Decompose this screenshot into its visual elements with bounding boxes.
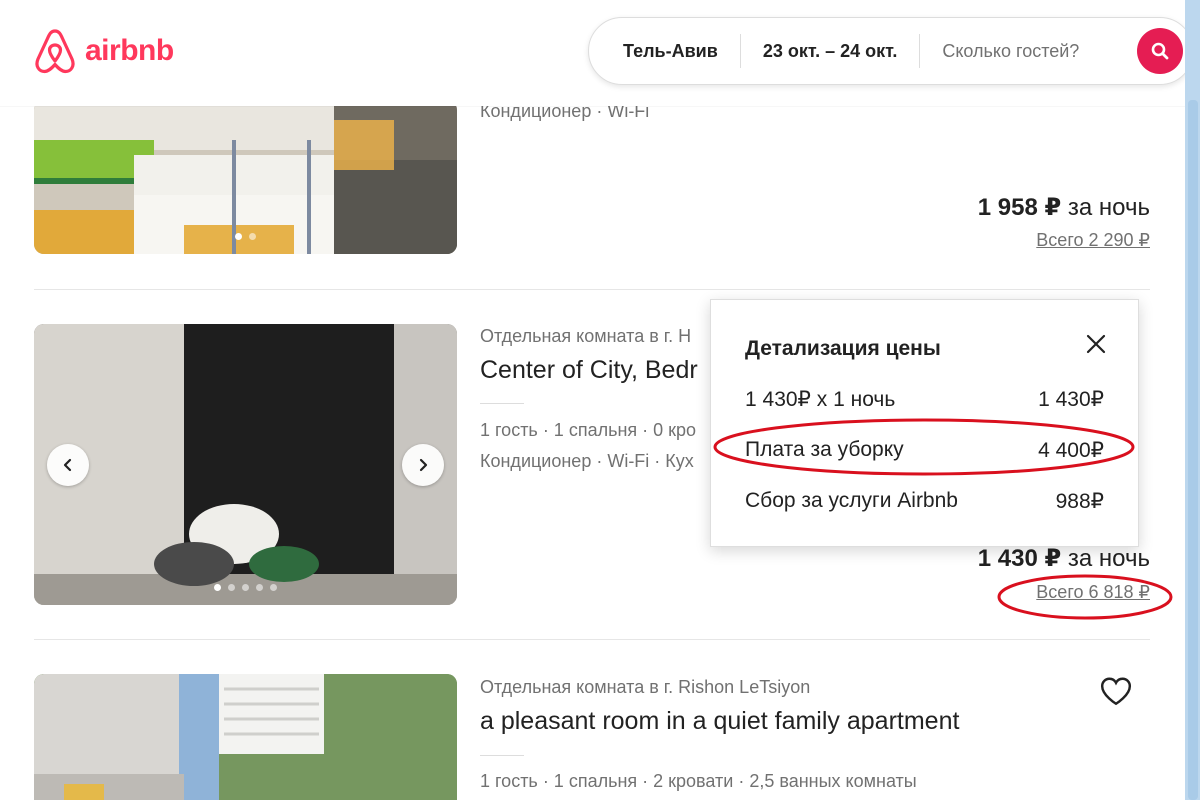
search-dates[interactable]: 23 окт. – 24 окт. [741,41,920,62]
listing-type: Отдельная комната в г. Н [480,326,692,346]
search-button[interactable] [1137,28,1183,74]
photo-prev-button[interactable] [47,443,89,486]
listing-price: 1 430 ₽ за ночь [978,544,1150,573]
listing-title[interactable]: Center of City, Bedr [480,356,698,385]
listing-type: Отдельная комната в г. Rishon LeTsiyon [480,677,811,697]
price-row-cleaning: Плата за уборку 4 400₽ [745,438,1104,463]
listing-title[interactable]: a pleasant room in a quiet family apartm… [480,707,959,736]
listing-image [34,674,457,800]
price-amount: 1 430 ₽ [977,545,1062,572]
scrollbar-thumb[interactable] [1188,100,1198,800]
title-rule [480,755,524,756]
chevron-left-icon [63,458,72,471]
total-price-link[interactable]: Всего 6 818 ₽ [1036,582,1150,603]
chevron-right-icon [419,458,428,471]
price-row-value: 988₽ [1055,490,1104,513]
search-icon [1151,42,1169,60]
listing-photo[interactable] [34,100,457,254]
scrollbar[interactable] [1185,0,1200,800]
price-row-nightly: 1 430₽ x 1 ночь 1 430₽ [745,387,1104,412]
popup-title: Детализация цены [745,337,941,360]
photo-dots [34,233,457,240]
heart-icon[interactable] [1099,675,1133,707]
photo-dot[interactable] [270,584,277,591]
photo-dot[interactable] [235,233,242,240]
title-rule [480,403,524,404]
logo-wordmark: airbnb [85,34,174,67]
photo-dot[interactable] [214,584,221,591]
photo-dots [34,584,457,591]
photo-dot[interactable] [249,233,256,240]
listing-photo[interactable] [34,324,457,605]
listing-image [34,100,457,254]
price-row-value: 1 430₽ [1038,388,1104,411]
photo-dot[interactable] [256,584,263,591]
price-row-label: Сбор за услуги Airbnb [745,489,958,512]
price-row-label: 1 430₽ x 1 ночь [745,388,896,411]
listing-details: 1 гость · 1 спальня · 2 кровати · 2,5 ва… [480,771,917,791]
listing-photo[interactable] [34,674,457,800]
photo-dot[interactable] [242,584,249,591]
listing-amenities: Кондиционер · Wi-Fi · Кух [480,451,694,471]
price-amount: 1 958 ₽ [977,194,1062,221]
search-location[interactable]: Тель-Авив [589,41,740,62]
photo-dot[interactable] [228,584,235,591]
listing-card[interactable]: Отдельная комната в г. Rishon LeTsiyon a… [0,640,1185,800]
airbnb-logo[interactable]: airbnb [33,28,174,74]
price-row-value: 4 400₽ [1038,439,1104,462]
price-breakdown-popup: Детализация цены 1 430₽ x 1 ночь 1 430₽ … [710,299,1139,547]
price-row-label: Плата за уборку [745,438,904,461]
airbnb-logo-icon [35,29,75,74]
close-icon[interactable] [1084,332,1108,356]
search-bar[interactable]: Тель-Авив 23 окт. – 24 окт. Сколько гост… [588,17,1194,85]
photo-next-button[interactable] [402,443,444,486]
price-row-service-fee: Сбор за услуги Airbnb 988₽ [745,489,1104,514]
listing-details: 1 гость · 1 спальня · 0 кро [480,420,697,440]
search-guests[interactable]: Сколько гостей? [920,41,1101,62]
listing-image [34,324,457,605]
price-unit: за ночь [1061,194,1150,221]
price-unit: за ночь [1061,545,1150,572]
listing-price: 1 958 ₽ за ночь [978,193,1150,222]
total-price-link[interactable]: Всего 2 290 ₽ [1036,230,1150,251]
top-header: airbnb Тель-Авив 23 окт. – 24 окт. Сколь… [0,0,1194,106]
